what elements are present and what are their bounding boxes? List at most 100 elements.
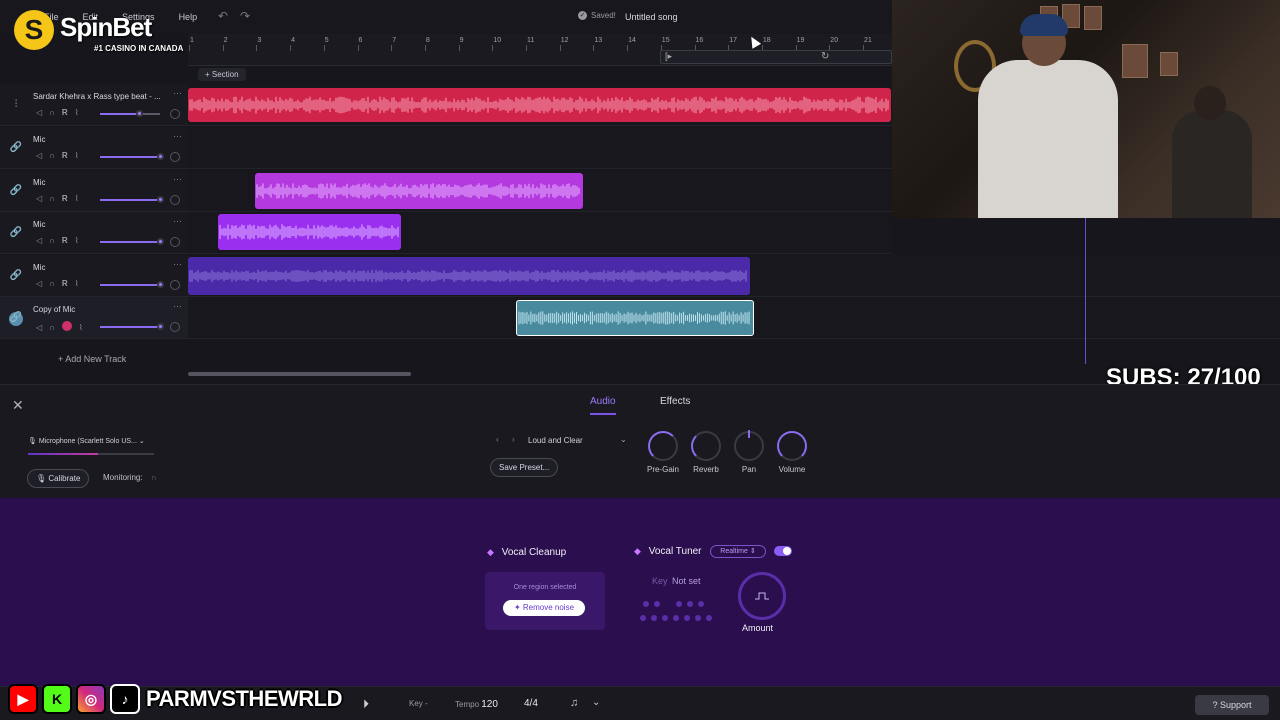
mute-icon[interactable]: ◁: [36, 194, 42, 203]
track-lane[interactable]: [188, 212, 892, 254]
track-name[interactable]: Copy of Mic: [33, 305, 75, 314]
next-preset-icon[interactable]: ›: [512, 435, 515, 444]
pan-knob[interactable]: [734, 430, 764, 461]
prev-preset-icon[interactable]: ‹: [496, 435, 499, 444]
record-arm-button[interactable]: R: [62, 151, 68, 160]
track-header[interactable]: 🔗 Mic ··· ◁ ∩ R ⌇: [0, 212, 188, 254]
pan-knob[interactable]: [170, 280, 180, 290]
preset-selector[interactable]: ‹ › Loud and Clear ⌄: [490, 433, 632, 449]
more-options-icon[interactable]: ···: [173, 301, 182, 311]
save-preset-button[interactable]: Save Preset...: [490, 458, 559, 477]
volume-knob[interactable]: [777, 431, 807, 461]
track-lane[interactable]: [188, 170, 892, 212]
fast-forward-icon[interactable]: ⏵: [363, 697, 369, 712]
add-section-button[interactable]: + Section: [198, 68, 246, 81]
headphones-icon[interactable]: ∩: [49, 323, 55, 332]
redo-icon[interactable]: ↷: [240, 9, 250, 23]
reverb-knob[interactable]: [691, 431, 721, 461]
mute-icon[interactable]: ◁: [36, 323, 42, 332]
track-name[interactable]: Mic: [33, 263, 45, 272]
mute-icon[interactable]: ◁: [36, 236, 42, 245]
track-name[interactable]: Mic: [33, 220, 45, 229]
remove-noise-button[interactable]: ✦ Remove noise: [503, 600, 585, 616]
track-lane[interactable]: [188, 255, 892, 297]
tab-audio[interactable]: Audio: [590, 396, 616, 415]
record-arm-button[interactable]: [61, 321, 72, 333]
headphones-icon[interactable]: ∩: [49, 151, 55, 160]
headphones-icon[interactable]: ∩: [49, 108, 55, 117]
pre-gain-knob[interactable]: [648, 431, 678, 461]
headphones-icon[interactable]: ∩: [49, 194, 55, 203]
track-header[interactable]: ⫶ Sardar Khehra x Rass type beat - ... ·…: [0, 84, 188, 126]
record-arm-button[interactable]: R: [62, 236, 68, 245]
track-name[interactable]: Mic: [33, 178, 45, 187]
automation-icon[interactable]: ⌇: [75, 194, 79, 203]
pan-knob[interactable]: [170, 195, 180, 205]
time-signature[interactable]: 4/4: [524, 698, 538, 709]
headphones-icon[interactable]: ∩: [151, 473, 157, 482]
link-icon[interactable]: 🔗: [9, 142, 23, 156]
calibrate-button[interactable]: 🎙 Calibrate: [27, 469, 90, 488]
audio-clip[interactable]: [188, 257, 750, 295]
more-options-icon[interactable]: ···: [173, 88, 182, 98]
track-lane[interactable]: [188, 297, 892, 339]
mute-icon[interactable]: ◁: [36, 279, 42, 288]
mute-icon[interactable]: ◁: [36, 151, 42, 160]
track-lane[interactable]: [188, 84, 892, 126]
loop-icon[interactable]: ↻: [821, 51, 829, 62]
headphones-icon[interactable]: ∩: [49, 279, 55, 288]
amount-knob[interactable]: [738, 572, 786, 620]
track-lane-extension[interactable]: [892, 255, 1280, 297]
volume-slider[interactable]: [100, 281, 164, 288]
song-title[interactable]: Untitled song: [625, 12, 678, 22]
audio-clip[interactable]: [255, 173, 583, 209]
volume-slider[interactable]: [100, 153, 164, 160]
audio-clip[interactable]: [218, 214, 401, 250]
track-header[interactable]: 🔗 Copy of Mic ··· ◁ ∩ ⌇: [0, 297, 188, 339]
track-lane[interactable]: [188, 127, 892, 169]
more-options-icon[interactable]: ···: [173, 216, 182, 226]
volume-slider[interactable]: [100, 323, 164, 330]
pan-knob[interactable]: [170, 322, 180, 332]
waveform-icon[interactable]: ⫶: [9, 99, 23, 113]
link-icon[interactable]: 🔗: [9, 185, 23, 199]
metronome-icon[interactable]: ♫: [570, 697, 578, 709]
tuner-mode-select[interactable]: Realtime ⇕: [710, 545, 766, 558]
input-device-select[interactable]: 🎙 Microphone (Scarlett Solo US... ⌄: [28, 437, 145, 445]
link-icon[interactable]: 🔗: [9, 270, 23, 284]
add-new-track-button[interactable]: + Add New Track: [58, 354, 126, 364]
track-name[interactable]: Mic: [33, 135, 45, 144]
record-arm-button[interactable]: R: [62, 108, 68, 117]
record-arm-button[interactable]: R: [62, 194, 68, 203]
pan-knob[interactable]: [170, 109, 180, 119]
horizontal-scrollbar[interactable]: [188, 372, 411, 376]
track-header[interactable]: 🔗 Mic ··· ◁ ∩ R ⌇: [0, 127, 188, 169]
chevron-down-icon[interactable]: ⌄: [592, 697, 600, 708]
pan-knob[interactable]: [170, 152, 180, 162]
audio-clip[interactable]: [516, 300, 754, 336]
tempo-control[interactable]: Tempo 120: [455, 699, 498, 710]
support-button[interactable]: ? Support: [1195, 695, 1269, 715]
track-lane-extension[interactable]: [892, 297, 1280, 339]
tuner-key-value[interactable]: Not set: [672, 576, 701, 586]
automation-icon[interactable]: ⌇: [75, 108, 79, 117]
loop-region-bar[interactable]: [▸ ↻: [660, 50, 892, 64]
more-options-icon[interactable]: ···: [173, 131, 182, 141]
record-arm-button[interactable]: R: [62, 279, 68, 288]
mute-icon[interactable]: ◁: [36, 108, 42, 117]
playhead[interactable]: [1085, 218, 1086, 364]
link-icon[interactable]: 🔗: [9, 312, 23, 326]
volume-slider[interactable]: [100, 238, 164, 245]
close-icon[interactable]: ✕: [12, 397, 24, 414]
headphones-icon[interactable]: ∩: [49, 236, 55, 245]
tab-effects[interactable]: Effects: [660, 396, 690, 407]
track-name[interactable]: Sardar Khehra x Rass type beat - ...: [33, 92, 161, 101]
more-options-icon[interactable]: ···: [173, 174, 182, 184]
undo-icon[interactable]: ↶: [218, 9, 228, 23]
loop-start-icon[interactable]: [▸: [665, 51, 672, 62]
automation-icon[interactable]: ⌇: [75, 236, 79, 245]
track-header[interactable]: 🔗 Mic ··· ◁ ∩ R ⌇: [0, 170, 188, 212]
link-icon[interactable]: 🔗: [9, 227, 23, 241]
volume-slider[interactable]: [100, 110, 160, 117]
vocal-tuner-toggle[interactable]: [774, 546, 792, 556]
